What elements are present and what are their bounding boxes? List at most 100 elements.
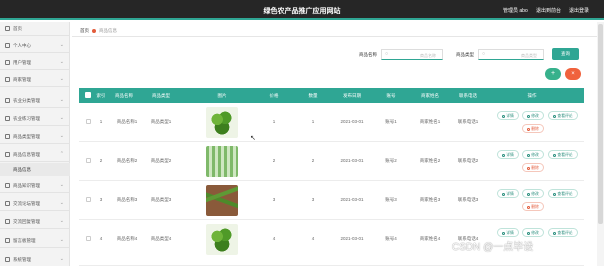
view-button[interactable]: 详情 — [497, 111, 519, 120]
vertical-scrollbar[interactable] — [597, 22, 604, 266]
chevron-down-icon: ⌄ — [59, 200, 64, 206]
review-button[interactable]: 查看评论 — [548, 228, 578, 237]
column-header: 商品名称 — [115, 93, 133, 98]
edit-label: 修改 — [531, 153, 539, 157]
book-icon — [5, 183, 10, 188]
sidebar-item-users[interactable]: 用户管理 ⌄ — [0, 56, 70, 70]
view-button[interactable]: 详情 — [497, 228, 519, 237]
comment-icon — [553, 153, 557, 157]
table-row: 1 商品名称1 商品类型1 1 1 2021-03-01 账号1 商家姓名1 联… — [79, 103, 584, 142]
sidebar-item-agri-practice[interactable]: 农业练习管理 ⌄ — [0, 112, 70, 126]
review-label: 查看评论 — [557, 192, 573, 196]
column-header: 发布日期 — [343, 93, 361, 98]
sidebar-item-agri-category[interactable]: 农业分类管理 ⌄ — [0, 94, 70, 108]
sidebar-item-label: 留言板管理 — [13, 238, 36, 243]
cell-type: 商品类型3 — [150, 197, 172, 202]
sidebar-item-label: 首页 — [13, 26, 22, 31]
breadcrumb-home[interactable]: 首页 — [80, 28, 89, 34]
scrollbar-thumb[interactable] — [598, 24, 603, 224]
row-checkbox[interactable] — [86, 158, 91, 163]
edit-button[interactable]: 修改 — [522, 150, 544, 159]
cell-type: 商品类型1 — [150, 119, 172, 124]
sidebar-item-label: 商家管理 — [13, 77, 31, 82]
delete-icon — [527, 127, 531, 131]
cell-quantity: 1 — [311, 119, 315, 124]
sidebar-item-product-knowledge[interactable]: 商品知识管理 ⌄ — [0, 179, 70, 193]
view-button[interactable]: 详情 — [497, 189, 519, 198]
row-checkbox[interactable] — [86, 119, 91, 124]
cell-phone: 联系电话3 — [457, 197, 479, 202]
product-type-input[interactable]: ○ 商品类型 — [478, 49, 544, 60]
logout-link[interactable]: 退出登录 — [569, 7, 589, 14]
cell-quantity: 2 — [311, 158, 315, 163]
cell-merchant: 商家姓名2 — [419, 158, 441, 163]
product-image[interactable] — [206, 224, 238, 255]
view-button[interactable]: 详情 — [497, 150, 519, 159]
delete-label: 删除 — [531, 205, 539, 209]
chevron-down-icon: ⌄ — [59, 182, 64, 188]
delete-button[interactable]: 删除 — [522, 163, 544, 172]
sidebar-item-label: 交流回复管理 — [13, 219, 40, 224]
product-image[interactable] — [206, 185, 238, 216]
add-button[interactable]: + — [545, 68, 561, 80]
chevron-down-icon: ⌄ — [59, 115, 64, 121]
review-button[interactable]: 查看评论 — [548, 150, 578, 159]
review-button[interactable]: 查看评论 — [548, 111, 578, 120]
delete-button[interactable]: 删除 — [522, 202, 544, 211]
edit-icon — [527, 114, 531, 118]
product-image[interactable] — [206, 146, 238, 177]
select-all-checkbox[interactable] — [85, 92, 91, 98]
sidebar-item-forum[interactable]: 交流论坛管理 ⌄ — [0, 197, 70, 211]
batch-delete-button[interactable]: × — [565, 68, 581, 80]
cell-price: 1 — [272, 119, 276, 124]
edit-button[interactable]: 修改 — [522, 228, 544, 237]
view-label: 详情 — [506, 231, 514, 235]
review-label: 查看评论 — [557, 231, 573, 235]
table-header: 索引 商品名称 商品类型 图片 价格 数量 发布日期 账号 商家姓名 联系电话 … — [79, 88, 584, 103]
comment-icon — [553, 192, 557, 196]
column-header: 商家姓名 — [421, 93, 439, 98]
product-image[interactable] — [206, 107, 238, 138]
sidebar-item-guestbook[interactable]: 留言板管理 ⌄ — [0, 234, 70, 248]
comment-icon — [553, 114, 557, 118]
sidebar-subitem-product-info[interactable]: 商品信息 — [0, 163, 70, 176]
column-header: 商品类型 — [152, 93, 170, 98]
edit-label: 修改 — [531, 114, 539, 118]
row-checkbox[interactable] — [86, 236, 91, 241]
cell-name: 商品名称1 — [116, 119, 138, 124]
edit-button[interactable]: 修改 — [522, 189, 544, 198]
chevron-up-icon: ⌃ — [59, 151, 64, 157]
sidebar-item-home[interactable]: 首页 — [0, 22, 70, 36]
sidebar-item-label: 商品知识管理 — [13, 183, 40, 188]
cell-type: 商品类型2 — [150, 158, 172, 163]
cell-account: 账号1 — [385, 119, 397, 124]
sidebar-item-forum-reply[interactable]: 交流回复管理 ⌄ — [0, 215, 70, 229]
edit-button[interactable]: 修改 — [522, 111, 544, 120]
divider — [72, 36, 604, 37]
view-icon — [502, 231, 506, 235]
product-name-input[interactable]: ○ 商品名称 — [381, 49, 443, 60]
column-header: 联系电话 — [459, 93, 477, 98]
cell-merchant: 商家姓名4 — [419, 236, 441, 241]
sidebar-item-profile[interactable]: 个人中心 ⌄ — [0, 39, 70, 53]
top-header: 绿色农产品推广应用网站 管理员 abo 退出到前台 退出登录 — [0, 0, 604, 20]
row-checkbox[interactable] — [86, 197, 91, 202]
review-button[interactable]: 查看评论 — [548, 189, 578, 198]
cell-name: 商品名称4 — [116, 236, 138, 241]
cell-price: 4 — [272, 236, 276, 241]
sidebar-item-product-info[interactable]: 商品信息管理 ⌃ — [0, 148, 70, 162]
delete-button[interactable]: 删除 — [522, 124, 544, 133]
product-type-label: 商品类型 — [456, 52, 474, 57]
search-button[interactable]: 查询 — [552, 48, 579, 60]
sidebar-item-system[interactable]: 系统管理 ⌄ — [0, 253, 70, 266]
cell-index: 3 — [99, 197, 103, 202]
cell-account: 账号3 — [385, 197, 397, 202]
chevron-down-icon: ⌄ — [59, 133, 64, 139]
sidebar-item-product-type[interactable]: 商品类型管理 ⌄ — [0, 130, 70, 144]
sidebar-item-merchants[interactable]: 商家管理 ⌄ — [0, 73, 70, 87]
cell-merchant: 商家姓名1 — [419, 119, 441, 124]
edit-label: 修改 — [531, 231, 539, 235]
chevron-down-icon: ⌄ — [59, 237, 64, 243]
watermark: CSDN @一点毕设 — [452, 242, 534, 253]
exit-to-front-link[interactable]: 退出到前台 — [536, 7, 561, 14]
